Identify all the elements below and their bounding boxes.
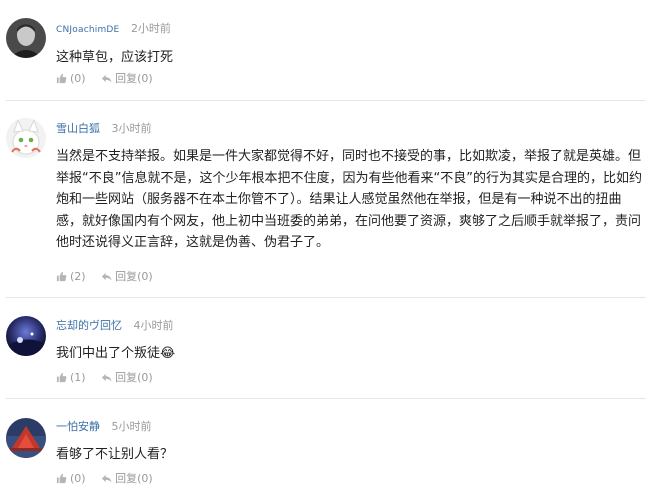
like-count: (0) <box>70 471 86 485</box>
reply-icon <box>102 474 112 483</box>
reply-button[interactable]: 回复(0) <box>101 268 153 284</box>
avatar[interactable] <box>6 18 46 58</box>
timestamp: 3小时前 <box>111 122 152 135</box>
like-count: (0) <box>70 71 86 85</box>
reply-icon <box>102 272 112 281</box>
thumbs-up-icon <box>56 73 67 83</box>
comment-text: 当然是不支持举报。如果是一件大家都觉得不好，同时也不接受的事，比如欺凌，举报了就… <box>56 149 642 250</box>
comment-text: 这种草包，应该打死 <box>56 50 174 65</box>
reply-button[interactable]: 回复(0) <box>101 470 153 486</box>
reply-count: 回复(0) <box>115 270 153 283</box>
timestamp: 5小时前 <box>111 420 152 433</box>
username-link[interactable]: 一怕安静 <box>56 420 100 433</box>
like-count: (1) <box>70 370 86 384</box>
reply-icon <box>102 373 112 382</box>
divider <box>6 297 646 298</box>
reply-button[interactable]: 回复(0) <box>101 70 153 86</box>
thumbs-up-icon <box>56 473 67 483</box>
reply-button[interactable]: 回复(0) <box>101 369 153 385</box>
username-link[interactable]: 雪山白狐 <box>56 122 100 135</box>
thumbs-up-icon <box>56 372 67 382</box>
timestamp: 4小时前 <box>133 319 174 332</box>
like-button[interactable]: (0) <box>56 72 86 85</box>
like-button[interactable]: (0) <box>56 472 86 485</box>
reply-icon <box>102 74 112 83</box>
timestamp: 2小时前 <box>130 22 171 35</box>
like-count: (2) <box>70 269 86 283</box>
avatar[interactable] <box>6 316 46 356</box>
like-button[interactable]: (2) <box>56 270 86 283</box>
reply-count: 回复(0) <box>115 371 153 384</box>
comment-text: 看够了不让别人看？ <box>56 447 174 462</box>
username-link[interactable]: 忘却的ヴ回忆 <box>56 319 122 332</box>
divider <box>6 398 646 399</box>
reply-count: 回复(0) <box>115 72 153 85</box>
username-link[interactable]: CNJoachimDE <box>56 25 119 35</box>
divider <box>6 100 646 101</box>
avatar[interactable] <box>6 118 46 158</box>
reply-count: 回复(0) <box>115 472 153 485</box>
thumbs-up-icon <box>56 271 67 281</box>
comment-text: 我们中出了个叛徒😂 <box>56 346 176 361</box>
avatar[interactable] <box>6 418 46 458</box>
like-button[interactable]: (1) <box>56 371 86 384</box>
